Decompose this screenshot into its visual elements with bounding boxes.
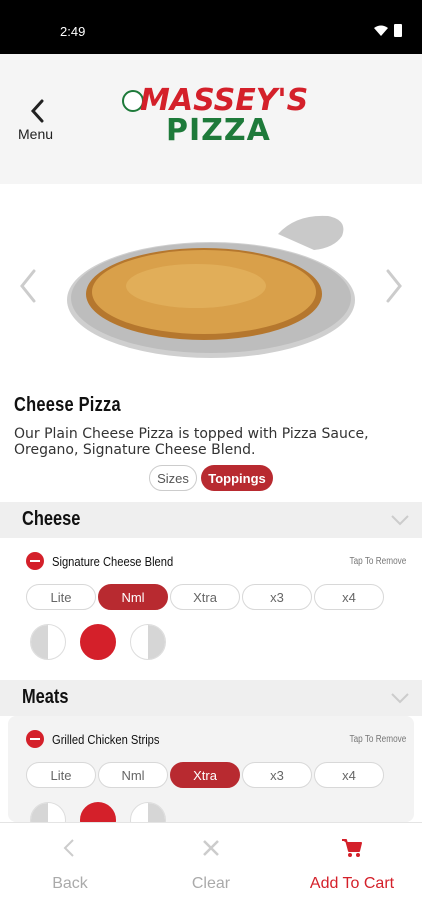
close-icon — [203, 840, 219, 856]
amount-lite[interactable]: Lite — [26, 762, 96, 788]
left-half-portion-icon[interactable] — [30, 624, 66, 660]
clear-button[interactable]: Clear — [141, 823, 281, 900]
back-label: Back — [52, 875, 88, 892]
left-half-portion-icon[interactable] — [30, 802, 66, 822]
previous-image-chevron-icon[interactable] — [18, 268, 38, 304]
portion-options — [30, 802, 166, 822]
remove-topping-icon[interactable] — [26, 552, 44, 570]
add-to-cart-label: Add To Cart — [309, 875, 395, 892]
logo-text-line1: MASSEY'S — [140, 83, 309, 118]
back-chevron-icon[interactable] — [28, 98, 46, 124]
back-chevron-icon — [63, 839, 74, 857]
right-half-portion-icon[interactable] — [130, 802, 166, 822]
cheese-pizza-image — [67, 215, 355, 358]
chevron-down-icon[interactable] — [390, 692, 410, 704]
amount-extra[interactable]: Xtra — [170, 584, 240, 610]
product-description: Our Plain Cheese Pizza is topped with Pi… — [14, 426, 369, 458]
status-bar: 2:49 — [0, 0, 422, 54]
amount-x3[interactable]: x3 — [242, 584, 312, 610]
topping-card-signature-cheese-blend: Signature Cheese Blend Tap To Remove Lit… — [0, 538, 422, 678]
right-half-portion-icon[interactable] — [130, 624, 166, 660]
amount-options: Lite Nml Xtra x3 x4 — [26, 584, 384, 610]
options-tabs: Sizes Toppings — [149, 465, 273, 491]
amount-x3[interactable]: x3 — [242, 762, 312, 788]
topping-name: Grilled Chicken Strips — [52, 732, 160, 747]
status-time: 2:49 — [60, 24, 86, 39]
section-header-meats[interactable]: Meats — [0, 680, 422, 716]
chevron-down-icon[interactable] — [390, 514, 410, 526]
remove-topping-icon[interactable] — [26, 730, 44, 748]
section-title: Meats — [22, 686, 69, 708]
whole-portion-icon[interactable] — [80, 802, 116, 822]
amount-options: Lite Nml Xtra x3 x4 — [26, 762, 384, 788]
tap-to-remove-hint: Tap To Remove — [349, 734, 406, 745]
amount-normal[interactable]: Nml — [98, 762, 168, 788]
battery-icon — [394, 24, 402, 37]
tab-toppings[interactable]: Toppings — [201, 465, 273, 491]
back-button[interactable]: Back — [0, 823, 140, 900]
section-header-cheese[interactable]: Cheese — [0, 502, 422, 538]
tab-sizes[interactable]: Sizes — [149, 465, 197, 491]
amount-normal[interactable]: Nml — [98, 584, 168, 610]
clear-label: Clear — [191, 875, 231, 892]
cart-icon — [342, 839, 362, 857]
next-image-chevron-icon[interactable] — [384, 268, 404, 304]
tap-to-remove-hint: Tap To Remove — [349, 556, 406, 567]
wifi-icon — [374, 25, 388, 36]
amount-x4[interactable]: x4 — [314, 584, 384, 610]
bottom-action-bar: Back Clear Add To Cart — [0, 822, 422, 900]
amount-x4[interactable]: x4 — [314, 762, 384, 788]
status-icons — [374, 24, 402, 37]
topping-name: Signature Cheese Blend — [52, 554, 174, 569]
product-title: Cheese Pizza — [14, 394, 121, 416]
menu-back-label[interactable]: Menu — [18, 126, 53, 142]
section-title: Cheese — [22, 508, 81, 530]
add-to-cart-button[interactable]: Add To Cart — [282, 823, 422, 900]
portion-options — [30, 624, 166, 660]
whole-portion-icon[interactable] — [80, 624, 116, 660]
topping-card-grilled-chicken-strips: Grilled Chicken Strips Tap To Remove Lit… — [8, 716, 414, 822]
app-header: Menu MASSEY'S PIZZA — [0, 54, 422, 184]
amount-extra[interactable]: Xtra — [170, 762, 240, 788]
massey-pizza-logo: MASSEY'S PIZZA — [122, 86, 308, 148]
amount-lite[interactable]: Lite — [26, 584, 96, 610]
product-image-carousel — [0, 184, 422, 384]
logo-text-line2: PIZZA — [166, 113, 271, 148]
